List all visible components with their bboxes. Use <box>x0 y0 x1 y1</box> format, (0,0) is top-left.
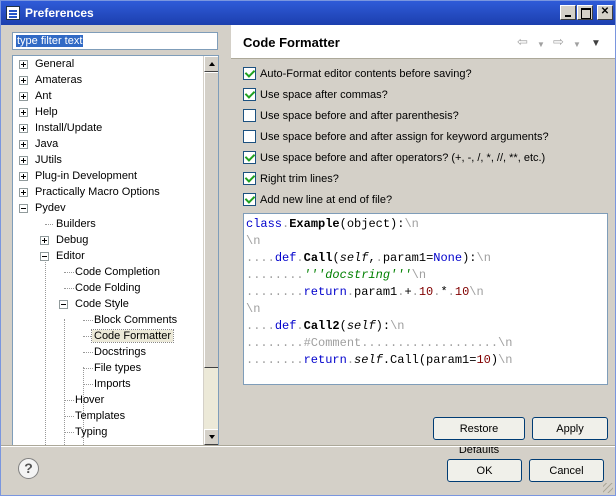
tree-item-code-formatter[interactable]: Code Formatter <box>90 328 175 344</box>
tree-item-code-style[interactable]: Code Style <box>59 296 131 312</box>
expand-plus-icon[interactable] <box>19 140 28 149</box>
preview-line: \n <box>246 234 261 248</box>
ok-button[interactable]: OK <box>447 459 522 482</box>
checkbox[interactable] <box>243 109 256 122</box>
expand-plus-icon[interactable] <box>19 172 28 181</box>
preview-line: ....def.Call2(self):\n <box>246 319 405 333</box>
tree-item-java[interactable]: Java <box>19 136 60 152</box>
preview-line: ........'''docstring'''\n <box>246 268 427 282</box>
preview-line: ........return.param1.+.10.*.10\n <box>246 285 484 299</box>
tree-vertical-scrollbar[interactable] <box>203 56 218 445</box>
tree-item-help[interactable]: Help <box>19 104 60 120</box>
tree-item-builders[interactable]: Builders <box>54 216 98 232</box>
tree-item-hover[interactable]: Hover <box>73 392 106 408</box>
preview-line: class.Example(object):\n <box>246 217 419 231</box>
tree-item-plugin-development[interactable]: Plug-in Development <box>19 168 139 184</box>
minimize-button[interactable] <box>560 5 576 20</box>
apply-button[interactable]: Apply <box>532 417 608 440</box>
expand-plus-icon[interactable] <box>19 92 28 101</box>
checkbox[interactable] <box>243 130 256 143</box>
tree-item-debug[interactable]: Debug <box>40 232 90 248</box>
window-title: Preferences <box>25 6 94 20</box>
view-menu-icon[interactable]: ▼ <box>591 37 601 50</box>
tree-connector <box>64 319 65 445</box>
tree-item-jutils[interactable]: JUtils <box>19 152 64 168</box>
tree-item-practically-macro-options[interactable]: Practically Macro Options <box>19 184 162 200</box>
tree-item-templates[interactable]: Templates <box>73 408 127 424</box>
preference-page: Code Formatter ⇦ ▼ ⇨ ▼ ▼ Auto-Format edi… <box>231 25 615 456</box>
formatter-preview[interactable]: class.Example(object):\n \n ....def.Call… <box>243 213 608 385</box>
scroll-up-button[interactable] <box>204 56 218 72</box>
collapse-minus-icon[interactable] <box>19 204 28 213</box>
preview-line: ........#Comment...................\n <box>246 336 513 350</box>
back-arrow-icon[interactable]: ⇦ <box>517 35 528 48</box>
title-bar[interactable]: Preferences ✕ <box>1 1 615 25</box>
checkbox[interactable] <box>243 172 256 185</box>
tree-item-pydev[interactable]: Pydev <box>19 200 68 216</box>
preview-line: ....def.Call(self,.param1=None):\n <box>246 251 491 265</box>
tree-item-code-folding[interactable]: Code Folding <box>73 280 142 296</box>
close-button[interactable]: ✕ <box>597 5 613 20</box>
restore-defaults-button[interactable]: Restore Defaults <box>433 417 525 456</box>
close-icon: ✕ <box>600 6 610 17</box>
tree-item-amateras[interactable]: Amateras <box>19 72 84 88</box>
scroll-down-button[interactable] <box>204 429 218 445</box>
tree-item-editor[interactable]: Editor <box>40 248 87 264</box>
expand-plus-icon[interactable] <box>19 156 28 165</box>
tree-item-docstrings[interactable]: Docstrings <box>92 344 148 360</box>
cancel-button[interactable]: Cancel <box>529 459 604 482</box>
page-header: Code Formatter ⇦ ▼ ⇨ ▼ ▼ <box>231 25 615 59</box>
footer-separator <box>1 445 615 447</box>
resize-grip[interactable] <box>601 481 613 493</box>
preview-line: \n <box>246 302 261 316</box>
checkbox[interactable] <box>243 151 256 164</box>
checkbox[interactable] <box>243 193 256 206</box>
filter-field[interactable]: type filter text <box>12 32 218 50</box>
tree-content: General Amateras Ant Help Install/Update… <box>13 56 203 445</box>
tree-item-general[interactable]: General <box>19 56 76 72</box>
expand-plus-icon[interactable] <box>19 108 28 117</box>
tree-item-typing[interactable]: Typing <box>73 424 109 440</box>
expand-plus-icon[interactable] <box>40 236 49 245</box>
expand-plus-icon[interactable] <box>19 124 28 133</box>
preview-line: ........return.self.Call(param1=10)\n <box>246 353 513 367</box>
expand-plus-icon[interactable] <box>19 60 28 69</box>
checkbox[interactable] <box>243 67 256 80</box>
preferences-window: Preferences ✕ type filter text General A <box>0 0 616 496</box>
preference-tree[interactable]: General Amateras Ant Help Install/Update… <box>12 55 219 446</box>
expand-plus-icon[interactable] <box>19 76 28 85</box>
back-dropdown-icon[interactable]: ▼ <box>537 38 545 51</box>
preferences-app-icon <box>6 6 20 20</box>
collapse-minus-icon[interactable] <box>40 252 49 261</box>
filter-selected-text: type filter text <box>16 35 84 47</box>
expand-plus-icon[interactable] <box>19 188 28 197</box>
tree-item-code-completion[interactable]: Code Completion <box>73 264 162 280</box>
forward-arrow-icon[interactable]: ⇨ <box>553 35 564 48</box>
maximize-button[interactable] <box>577 5 593 20</box>
help-icon[interactable]: ? <box>18 458 39 479</box>
tree-connector <box>45 224 53 225</box>
tree-item-block-comments[interactable]: Block Comments <box>92 312 179 328</box>
page-title: Code Formatter <box>243 35 340 50</box>
forward-dropdown-icon[interactable]: ▼ <box>573 38 581 51</box>
tree-item-file-types[interactable]: File types <box>92 360 143 376</box>
tree-item-install-update[interactable]: Install/Update <box>19 120 104 136</box>
checkbox[interactable] <box>243 88 256 101</box>
scroll-thumb[interactable] <box>204 72 218 368</box>
tree-connector <box>45 255 46 445</box>
collapse-minus-icon[interactable] <box>59 300 68 309</box>
tree-item-imports[interactable]: Imports <box>92 376 133 392</box>
tree-item-ant[interactable]: Ant <box>19 88 54 104</box>
